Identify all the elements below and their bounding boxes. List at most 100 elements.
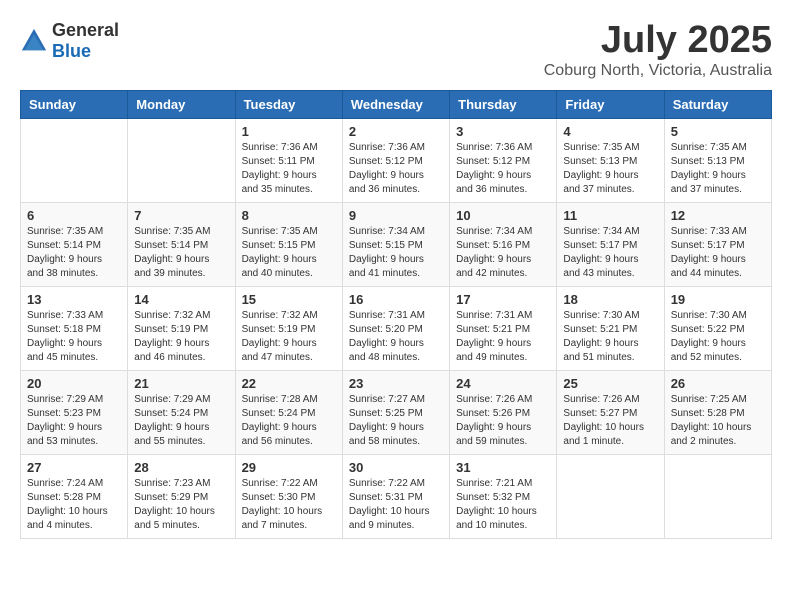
day-info: Sunrise: 7:29 AM Sunset: 5:23 PM Dayligh… (27, 393, 121, 449)
day-number: 28 (134, 460, 228, 475)
day-info: Sunrise: 7:30 AM Sunset: 5:22 PM Dayligh… (671, 309, 765, 365)
day-number: 21 (134, 376, 228, 391)
day-info: Sunrise: 7:21 AM Sunset: 5:32 PM Dayligh… (456, 477, 550, 533)
day-number: 17 (456, 292, 550, 307)
calendar-cell: 23 Sunrise: 7:27 AM Sunset: 5:25 PM Dayli… (342, 370, 449, 454)
day-number: 18 (563, 292, 657, 307)
day-info: Sunrise: 7:22 AM Sunset: 5:30 PM Dayligh… (242, 477, 336, 533)
day-number: 19 (671, 292, 765, 307)
day-info: Sunrise: 7:35 AM Sunset: 5:15 PM Dayligh… (242, 225, 336, 281)
calendar-header: SundayMondayTuesdayWednesdayThursdayFrid… (21, 90, 772, 118)
calendar-cell: 27 Sunrise: 7:24 AM Sunset: 5:28 PM Dayli… (21, 454, 128, 538)
day-header-thursday: Thursday (450, 90, 557, 118)
calendar-cell: 26 Sunrise: 7:25 AM Sunset: 5:28 PM Dayli… (664, 370, 771, 454)
day-number: 20 (27, 376, 121, 391)
day-info: Sunrise: 7:24 AM Sunset: 5:28 PM Dayligh… (27, 477, 121, 533)
day-info: Sunrise: 7:22 AM Sunset: 5:31 PM Dayligh… (349, 477, 443, 533)
calendar-cell: 12 Sunrise: 7:33 AM Sunset: 5:17 PM Dayli… (664, 202, 771, 286)
day-info: Sunrise: 7:27 AM Sunset: 5:25 PM Dayligh… (349, 393, 443, 449)
day-info: Sunrise: 7:33 AM Sunset: 5:17 PM Dayligh… (671, 225, 765, 281)
day-number: 7 (134, 208, 228, 223)
calendar-cell: 14Sunrise: 7:32 AM Sunset: 5:19 PM Dayli… (128, 286, 235, 370)
day-info: Sunrise: 7:33 AM Sunset: 5:18 PM Dayligh… (27, 309, 121, 365)
day-info: Sunrise: 7:31 AM Sunset: 5:21 PM Dayligh… (456, 309, 550, 365)
day-header-monday: Monday (128, 90, 235, 118)
calendar-cell: 21 Sunrise: 7:29 AM Sunset: 5:24 PM Dayli… (128, 370, 235, 454)
calendar-week-5: 27 Sunrise: 7:24 AM Sunset: 5:28 PM Dayli… (21, 454, 772, 538)
day-number: 2 (349, 124, 443, 139)
day-header-friday: Friday (557, 90, 664, 118)
calendar-cell: 15 Sunrise: 7:32 AM Sunset: 5:19 PM Dayli… (235, 286, 342, 370)
day-info: Sunrise: 7:31 AM Sunset: 5:20 PM Dayligh… (349, 309, 443, 365)
calendar-cell: 10 Sunrise: 7:34 AM Sunset: 5:16 PM Dayli… (450, 202, 557, 286)
day-info: Sunrise: 7:26 AM Sunset: 5:27 PM Dayligh… (563, 393, 657, 449)
calendar-cell: 17 Sunrise: 7:31 AM Sunset: 5:21 PM Dayli… (450, 286, 557, 370)
day-info: Sunrise: 7:29 AM Sunset: 5:24 PM Dayligh… (134, 393, 228, 449)
day-number: 24 (456, 376, 550, 391)
logo-blue: Blue (52, 41, 91, 61)
calendar-cell: 7 Sunrise: 7:35 AM Sunset: 5:14 PM Daylig… (128, 202, 235, 286)
day-number: 9 (349, 208, 443, 223)
day-info: Sunrise: 7:34 AM Sunset: 5:17 PM Dayligh… (563, 225, 657, 281)
day-info: Sunrise: 7:35 AM Sunset: 5:14 PM Dayligh… (134, 225, 228, 281)
calendar-week-1: 1 Sunrise: 7:36 AM Sunset: 5:11 PM Daylig… (21, 118, 772, 202)
day-number: 12 (671, 208, 765, 223)
location-subtitle: Coburg North, Victoria, Australia (544, 62, 772, 80)
day-number: 25 (563, 376, 657, 391)
day-number: 11 (563, 208, 657, 223)
day-info: Sunrise: 7:35 AM Sunset: 5:13 PM Dayligh… (563, 141, 657, 197)
day-number: 31 (456, 460, 550, 475)
month-year-title: July 2025 (544, 20, 772, 62)
calendar-body: 1 Sunrise: 7:36 AM Sunset: 5:11 PM Daylig… (21, 118, 772, 538)
day-info: Sunrise: 7:25 AM Sunset: 5:28 PM Dayligh… (671, 393, 765, 449)
calendar-cell: 18 Sunrise: 7:30 AM Sunset: 5:21 PM Dayli… (557, 286, 664, 370)
logo-icon (20, 27, 48, 55)
calendar-cell: 6Sunrise: 7:35 AM Sunset: 5:14 PM Daylig… (21, 202, 128, 286)
calendar-cell: 2 Sunrise: 7:36 AM Sunset: 5:12 PM Daylig… (342, 118, 449, 202)
day-header-saturday: Saturday (664, 90, 771, 118)
calendar-cell: 3 Sunrise: 7:36 AM Sunset: 5:12 PM Daylig… (450, 118, 557, 202)
day-info: Sunrise: 7:32 AM Sunset: 5:19 PM Dayligh… (242, 309, 336, 365)
day-number: 15 (242, 292, 336, 307)
calendar-cell: 31 Sunrise: 7:21 AM Sunset: 5:32 PM Dayli… (450, 454, 557, 538)
calendar-week-3: 13 Sunrise: 7:33 AM Sunset: 5:18 PM Dayli… (21, 286, 772, 370)
day-number: 27 (27, 460, 121, 475)
calendar-cell: 9 Sunrise: 7:34 AM Sunset: 5:15 PM Daylig… (342, 202, 449, 286)
day-number: 13 (27, 292, 121, 307)
calendar-cell (21, 118, 128, 202)
day-number: 1 (242, 124, 336, 139)
title-block: July 2025 Coburg North, Victoria, Austra… (544, 20, 772, 80)
day-info: Sunrise: 7:34 AM Sunset: 5:16 PM Dayligh… (456, 225, 550, 281)
day-number: 14 (134, 292, 228, 307)
day-info: Sunrise: 7:26 AM Sunset: 5:26 PM Dayligh… (456, 393, 550, 449)
calendar-cell: 16 Sunrise: 7:31 AM Sunset: 5:20 PM Dayli… (342, 286, 449, 370)
calendar-cell: 24 Sunrise: 7:26 AM Sunset: 5:26 PM Dayli… (450, 370, 557, 454)
day-number: 23 (349, 376, 443, 391)
logo-text: General Blue (52, 20, 119, 62)
day-headers-row: SundayMondayTuesdayWednesdayThursdayFrid… (21, 90, 772, 118)
calendar-cell: 11 Sunrise: 7:34 AM Sunset: 5:17 PM Dayli… (557, 202, 664, 286)
day-info: Sunrise: 7:28 AM Sunset: 5:24 PM Dayligh… (242, 393, 336, 449)
calendar-cell: 25 Sunrise: 7:26 AM Sunset: 5:27 PM Dayli… (557, 370, 664, 454)
calendar-cell: 30Sunrise: 7:22 AM Sunset: 5:31 PM Dayli… (342, 454, 449, 538)
calendar-cell: 5 Sunrise: 7:35 AM Sunset: 5:13 PM Daylig… (664, 118, 771, 202)
day-number: 26 (671, 376, 765, 391)
calendar-cell (664, 454, 771, 538)
day-info: Sunrise: 7:36 AM Sunset: 5:12 PM Dayligh… (349, 141, 443, 197)
logo: General Blue (20, 20, 119, 62)
logo-general: General (52, 20, 119, 40)
day-info: Sunrise: 7:36 AM Sunset: 5:11 PM Dayligh… (242, 141, 336, 197)
calendar-cell: 13 Sunrise: 7:33 AM Sunset: 5:18 PM Dayli… (21, 286, 128, 370)
day-info: Sunrise: 7:30 AM Sunset: 5:21 PM Dayligh… (563, 309, 657, 365)
calendar-cell: 20 Sunrise: 7:29 AM Sunset: 5:23 PM Dayli… (21, 370, 128, 454)
day-info: Sunrise: 7:34 AM Sunset: 5:15 PM Dayligh… (349, 225, 443, 281)
day-number: 10 (456, 208, 550, 223)
day-info: Sunrise: 7:36 AM Sunset: 5:12 PM Dayligh… (456, 141, 550, 197)
day-number: 3 (456, 124, 550, 139)
day-number: 6 (27, 208, 121, 223)
day-number: 5 (671, 124, 765, 139)
calendar-cell (128, 118, 235, 202)
calendar-week-2: 6 Sunrise: 7:35 AM Sunset: 5:14 PM Daylig… (21, 202, 772, 286)
day-number: 16 (349, 292, 443, 307)
day-info: Sunrise: 7:35 AM Sunset: 5:13 PM Dayligh… (671, 141, 765, 197)
